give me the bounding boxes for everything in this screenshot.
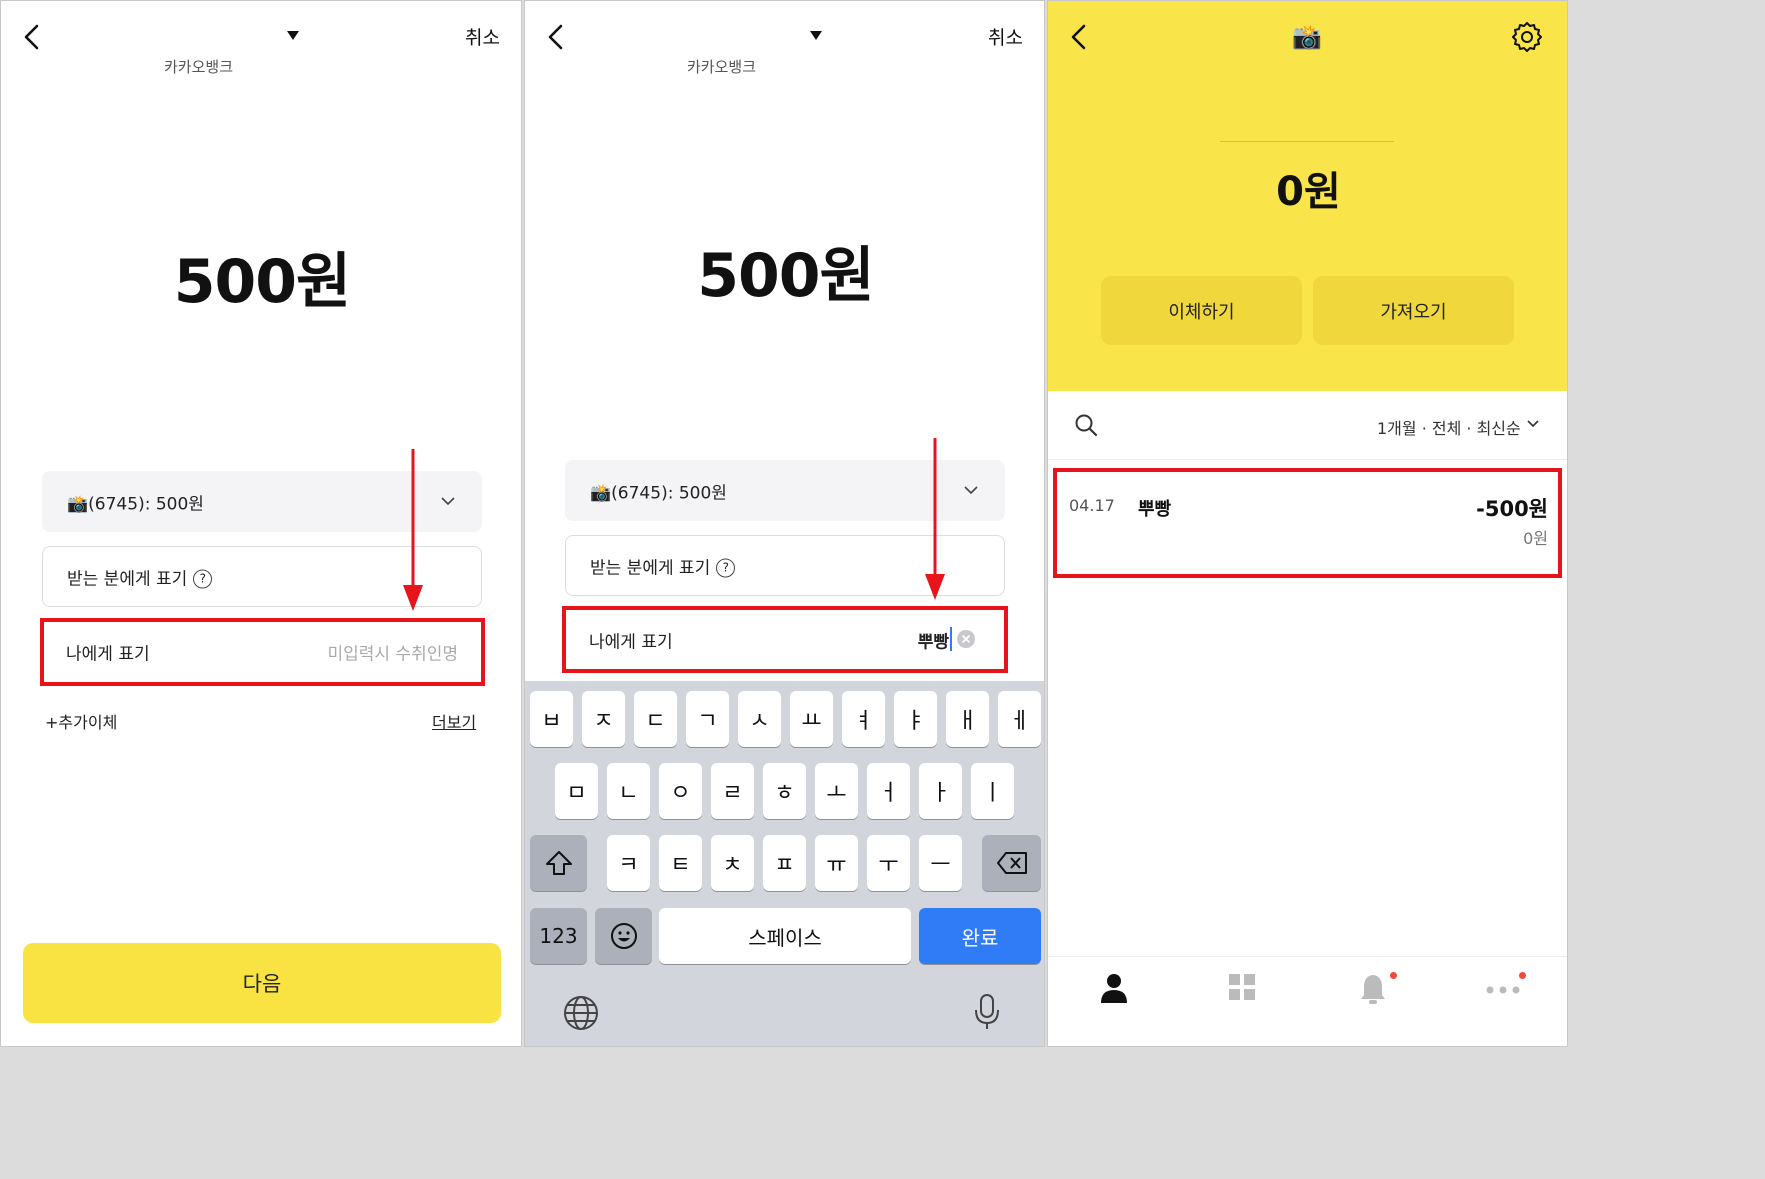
gear-icon[interactable]	[1511, 21, 1543, 53]
done-key[interactable]: 완료	[919, 908, 1041, 964]
key[interactable]: ㅎ	[763, 763, 806, 819]
notification-dot	[1519, 972, 1526, 979]
account-select-value: 📸(6745): 500원	[67, 494, 204, 514]
more-icon[interactable]	[1486, 986, 1520, 994]
bank-name: 카카오뱅크	[164, 58, 234, 76]
fetch-button[interactable]: 가져오기	[1313, 276, 1514, 345]
highlight-box	[562, 606, 1008, 673]
key[interactable]: ㅕ	[842, 691, 885, 747]
back-arrow-icon[interactable]	[21, 23, 43, 51]
back-arrow-icon[interactable]	[545, 23, 567, 51]
red-arrow-icon	[925, 438, 945, 600]
transfer-button[interactable]: 이체하기	[1101, 276, 1302, 345]
bell-icon[interactable]	[1359, 973, 1387, 1005]
chevron-down-icon	[964, 486, 978, 495]
bank-name: 카카오뱅크	[687, 58, 757, 76]
chevron-down-icon[interactable]	[810, 31, 822, 41]
chevron-down-icon	[441, 497, 455, 506]
more-link[interactable]: 더보기	[432, 709, 476, 733]
key[interactable]: ㅡ	[919, 835, 962, 891]
key[interactable]: ㅠ	[815, 835, 858, 891]
emoji-icon	[610, 922, 638, 950]
recipient-display-label: 받는 분에게 표기	[590, 558, 711, 578]
cancel-button[interactable]: 취소	[988, 23, 1023, 50]
account-select-value: 📸(6745): 500원	[590, 483, 727, 503]
divider	[1220, 141, 1394, 142]
key[interactable]: ㄱ	[686, 691, 729, 747]
backspace-icon	[996, 851, 1028, 875]
globe-icon[interactable]	[563, 995, 599, 1031]
divider	[1048, 956, 1567, 957]
keyboard: ㅂ ㅈ ㄷ ㄱ ㅅ ㅛ ㅕ ㅑ ㅐ ㅔ ㅁ ㄴ ㅇ ㄹ ㅎ ㅗ ㅓ ㅏ ㅣ ㅋ …	[525, 681, 1044, 1046]
red-arrow-icon	[403, 449, 423, 611]
divider	[1048, 459, 1567, 460]
next-button[interactable]: 다음	[23, 943, 501, 1023]
chevron-down-icon[interactable]	[287, 31, 299, 41]
back-arrow-icon[interactable]	[1068, 23, 1090, 51]
key[interactable]: ㅇ	[659, 763, 702, 819]
transfer-amount: 500원	[173, 247, 351, 317]
notification-dot	[1390, 972, 1397, 979]
help-icon[interactable]: ?	[716, 558, 736, 578]
highlight-box	[1053, 468, 1562, 578]
search-icon[interactable]	[1074, 413, 1098, 437]
filter-selector[interactable]: 1개월 · 전체 · 최신순	[1377, 415, 1521, 439]
grid-icon[interactable]	[1228, 973, 1256, 1001]
key[interactable]: ㅊ	[711, 835, 754, 891]
account-screen: 📸 0원 이체하기 가져오기 1개월 · 전체 · 최신순 04.17 뿌빵 -…	[1047, 0, 1568, 1047]
space-key[interactable]: 스페이스	[659, 908, 911, 964]
emoji-key[interactable]	[595, 908, 652, 964]
camera-flash-icon: 📸	[1292, 23, 1322, 51]
key[interactable]: ㅍ	[763, 835, 806, 891]
backspace-key[interactable]	[982, 835, 1041, 891]
chevron-down-icon[interactable]	[1527, 420, 1539, 428]
key[interactable]: ㅜ	[867, 835, 910, 891]
transfer-screen-2: 취소 카카오뱅크 500원 📸(6745): 500원 받는 분에게 표기? 나…	[524, 0, 1045, 1047]
key[interactable]: ㄴ	[607, 763, 650, 819]
help-icon[interactable]: ?	[193, 569, 213, 589]
key[interactable]: ㅗ	[815, 763, 858, 819]
key[interactable]: ㅔ	[998, 691, 1041, 747]
key[interactable]: ㅣ	[971, 763, 1014, 819]
cancel-button[interactable]: 취소	[465, 23, 500, 50]
key[interactable]: ㅂ	[530, 691, 573, 747]
key[interactable]: ㅑ	[894, 691, 937, 747]
recipient-display-label: 받는 분에게 표기	[67, 569, 188, 589]
key[interactable]: ㅁ	[555, 763, 598, 819]
key[interactable]: ㄹ	[711, 763, 754, 819]
recipient-display-label-wrap: 받는 분에게 표기?	[67, 564, 213, 589]
key[interactable]: ㅈ	[582, 691, 625, 747]
recipient-display-label-wrap: 받는 분에게 표기?	[590, 553, 736, 578]
numbers-key[interactable]: 123	[530, 908, 587, 964]
person-icon[interactable]	[1100, 973, 1128, 1003]
key[interactable]: ㅅ	[738, 691, 781, 747]
key[interactable]: ㅓ	[867, 763, 910, 819]
shift-key[interactable]	[530, 835, 587, 891]
key[interactable]: ㅏ	[919, 763, 962, 819]
shift-icon	[545, 850, 573, 876]
add-transfer-button[interactable]: +추가이체	[45, 709, 117, 733]
transfer-amount: 500원	[697, 241, 874, 311]
key[interactable]: ㅐ	[946, 691, 989, 747]
key[interactable]: ㅌ	[659, 835, 702, 891]
key[interactable]: ㅛ	[790, 691, 833, 747]
microphone-icon[interactable]	[973, 993, 1001, 1031]
key[interactable]: ㅋ	[607, 835, 650, 891]
highlight-box	[40, 618, 485, 686]
key[interactable]: ㄷ	[634, 691, 677, 747]
transfer-screen-1: 취소 카카오뱅크 500원 📸(6745): 500원 받는 분에게 표기? 나…	[0, 0, 522, 1047]
account-balance: 0원	[1276, 169, 1341, 215]
